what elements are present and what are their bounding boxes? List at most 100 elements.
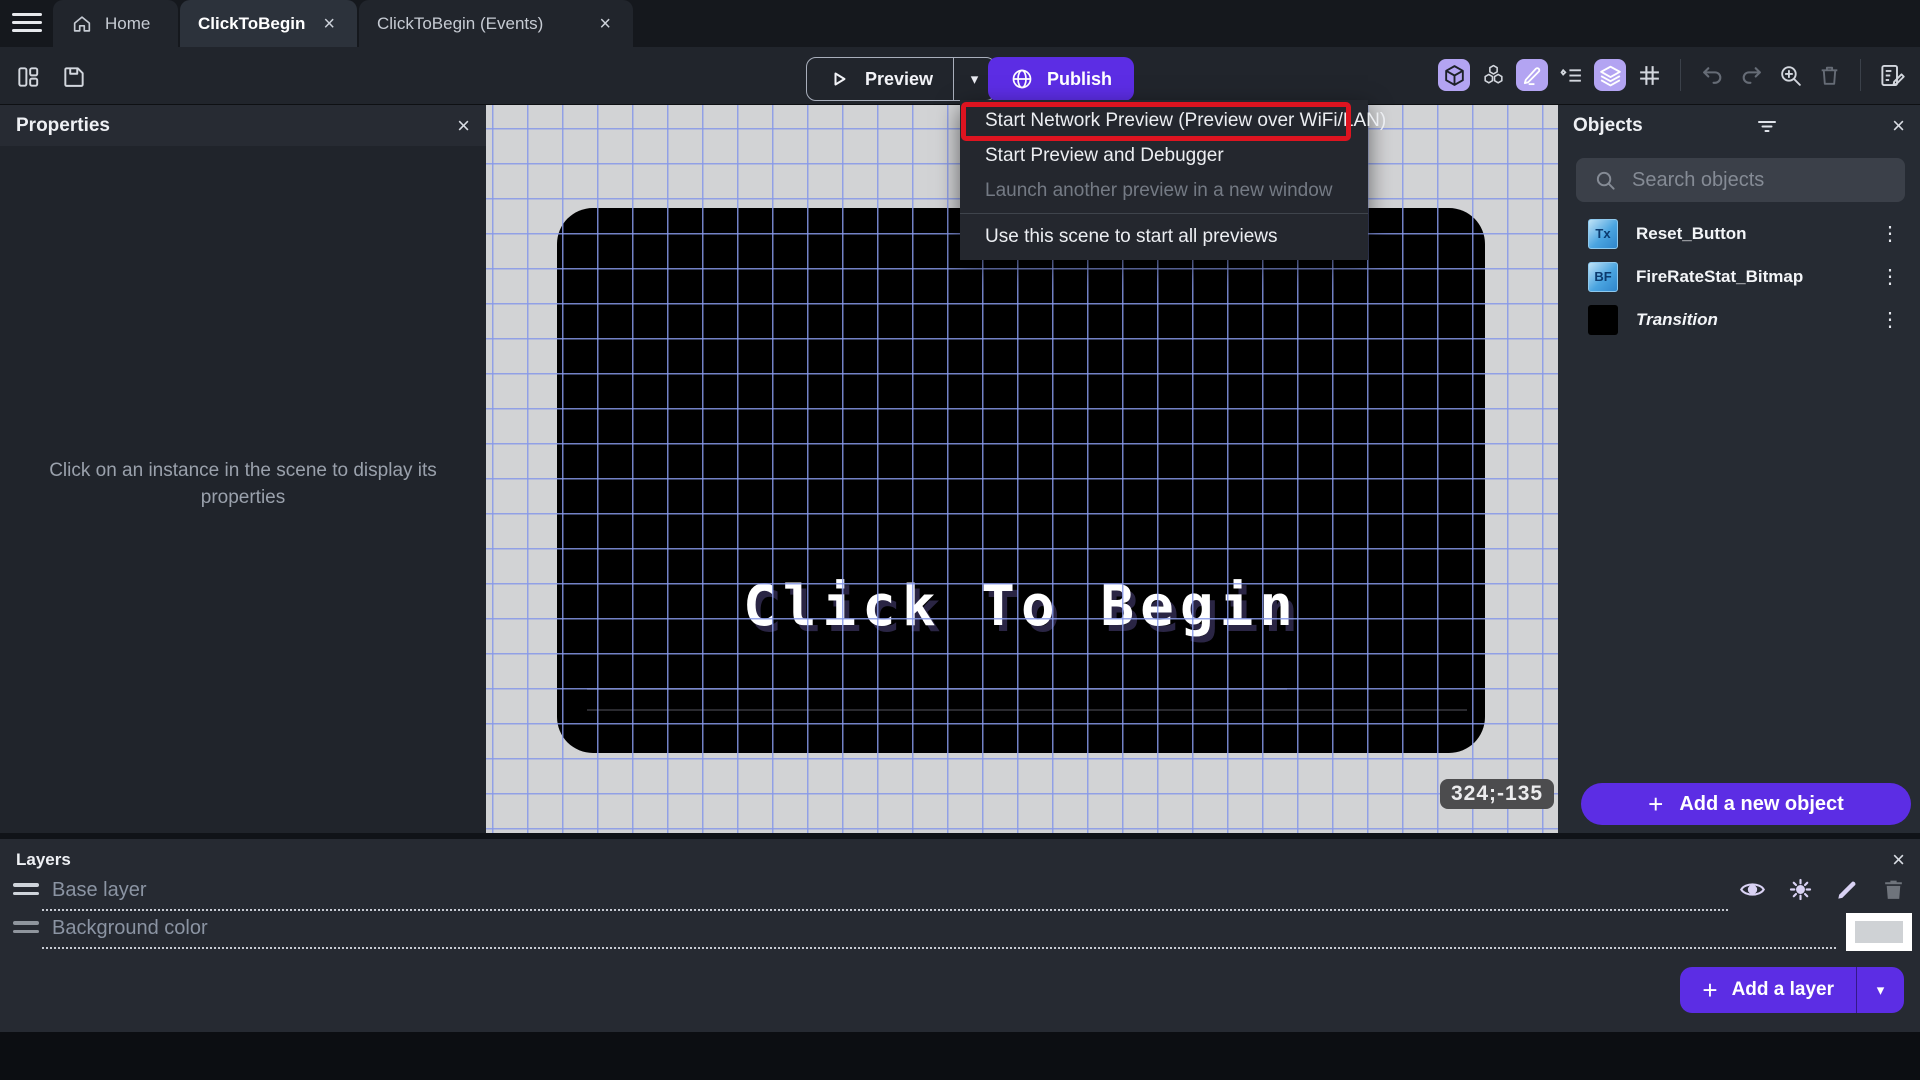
objects-list: Tx Reset_Button ⋮ BF FireRateStat_Bitmap… bbox=[1558, 212, 1920, 341]
panels-icon bbox=[18, 67, 39, 87]
layer-name-underline bbox=[42, 947, 1836, 949]
tab-scene-close-icon[interactable]: × bbox=[319, 12, 339, 36]
layer-row-background-color[interactable]: Background color bbox=[0, 911, 1920, 951]
background-color-swatch[interactable] bbox=[1846, 913, 1912, 951]
menu-item-start-preview-debugger[interactable]: Start Preview and Debugger bbox=[960, 138, 1368, 173]
delete-icon[interactable] bbox=[1813, 59, 1845, 91]
instance-outline bbox=[587, 709, 1467, 711]
open-events-editor-icon[interactable] bbox=[1876, 59, 1908, 91]
menu-separator bbox=[960, 213, 1368, 214]
search-icon bbox=[1596, 171, 1615, 190]
grid-settings-icon[interactable] bbox=[1633, 59, 1665, 91]
game-screen-frame: Click To Begin bbox=[557, 208, 1485, 753]
cursor-coordinates-badge: 324;-135 bbox=[1440, 779, 1555, 809]
preview-dropdown-menu: Start Network Preview (Preview over WiFi… bbox=[960, 100, 1386, 260]
object-row-fireratestat-bitmap[interactable]: BF FireRateStat_Bitmap ⋮ bbox=[1558, 255, 1920, 298]
save-icon bbox=[64, 67, 84, 87]
layers-panel-title: Layers bbox=[16, 850, 71, 869]
tab-scene-label: ClickToBegin bbox=[198, 13, 306, 33]
tab-bar: Home ClickToBegin × ClickToBegin (Events… bbox=[0, 0, 1920, 47]
add-new-object-label: Add a new object bbox=[1679, 792, 1844, 815]
add-layer-button[interactable]: + Add a layer ▾ bbox=[1680, 967, 1904, 1013]
undo-icon[interactable] bbox=[1696, 59, 1728, 91]
edit-mode-icon[interactable] bbox=[1516, 59, 1548, 91]
preview-button-label: Preview bbox=[865, 68, 934, 89]
events-sheet-icon bbox=[1880, 64, 1905, 86]
toolbar-divider bbox=[1680, 59, 1681, 91]
properties-panel: Properties × Click on an instance in the… bbox=[0, 105, 486, 833]
bitmap-font-object-icon: BF bbox=[1588, 261, 1618, 292]
publish-button-label: Publish bbox=[1047, 68, 1113, 89]
add-new-object-button[interactable]: + Add a new object bbox=[1581, 783, 1911, 825]
chevron-down-icon: ▾ bbox=[1876, 982, 1885, 999]
chevron-down-icon: ▾ bbox=[970, 71, 979, 88]
add-layer-dropdown-button[interactable]: ▾ bbox=[1856, 967, 1904, 1013]
preview-button[interactable]: Preview ▾ bbox=[806, 57, 997, 101]
zoom-in-icon bbox=[1780, 65, 1801, 86]
instances-list-icon[interactable] bbox=[1555, 59, 1587, 91]
layer-row-base-layer[interactable]: Base layer bbox=[0, 873, 1920, 911]
home-icon bbox=[73, 15, 91, 32]
play-icon bbox=[834, 72, 846, 86]
visibility-eye-icon[interactable] bbox=[1739, 876, 1766, 903]
main-menu-icon[interactable] bbox=[12, 13, 42, 34]
tab-home[interactable]: Home bbox=[53, 0, 178, 47]
object-row-reset-button[interactable]: Tx Reset_Button ⋮ bbox=[1558, 212, 1920, 255]
tab-events-label: ClickToBegin (Events) bbox=[377, 13, 544, 33]
object-menu-icon[interactable]: ⋮ bbox=[1874, 264, 1906, 289]
publish-button[interactable]: Publish bbox=[988, 57, 1135, 101]
plus-icon: + bbox=[1702, 975, 1718, 1005]
layer-name[interactable]: Base layer bbox=[52, 879, 147, 902]
pencil-icon bbox=[1523, 66, 1540, 85]
toggle-layers-panel-icon[interactable] bbox=[1594, 59, 1626, 91]
tab-scene[interactable]: ClickToBegin × bbox=[180, 0, 357, 47]
tab-home-label: Home bbox=[105, 13, 151, 33]
object-row-transition[interactable]: Transition ⋮ bbox=[1558, 298, 1920, 341]
layers-close-icon[interactable]: × bbox=[1892, 849, 1905, 871]
drag-handle-icon[interactable] bbox=[13, 883, 39, 900]
search-objects-input[interactable] bbox=[1576, 158, 1905, 202]
menu-item-launch-another-preview: Launch another preview in a new window bbox=[985, 179, 1333, 201]
objects-close-icon[interactable]: × bbox=[1892, 114, 1905, 137]
cubes-group-icon bbox=[1483, 64, 1503, 84]
zoom-icon[interactable] bbox=[1774, 59, 1806, 91]
toolbar-divider bbox=[1860, 59, 1861, 91]
gdevelop-app: Home ClickToBegin × ClickToBegin (Events… bbox=[0, 0, 1920, 1080]
object-name: FireRateStat_Bitmap bbox=[1636, 266, 1804, 286]
drag-handle-icon[interactable] bbox=[13, 921, 39, 938]
plus-icon: + bbox=[1648, 789, 1664, 819]
menu-item-use-scene-start-previews[interactable]: Use this scene to start all previews bbox=[960, 219, 1368, 254]
object-menu-icon[interactable]: ⋮ bbox=[1874, 307, 1906, 332]
redo-icon[interactable] bbox=[1735, 59, 1767, 91]
toggle-objects-panel-icon[interactable] bbox=[1438, 59, 1470, 91]
instances-icon[interactable] bbox=[1477, 59, 1509, 91]
properties-close-icon[interactable]: × bbox=[457, 114, 470, 137]
object-menu-icon[interactable]: ⋮ bbox=[1874, 221, 1906, 246]
filter-icon[interactable] bbox=[1755, 114, 1779, 138]
menu-item-start-network-preview[interactable]: Start Network Preview (Preview over WiFi… bbox=[960, 103, 1386, 138]
globe-icon bbox=[1012, 69, 1032, 89]
objects-panel: Objects × Tx Reset_Button ⋮ BF bbox=[1558, 105, 1920, 833]
game-title-text: Click To Begin bbox=[742, 574, 1299, 639]
list-icon bbox=[1559, 68, 1581, 82]
edit-layer-pencil-icon[interactable] bbox=[1835, 877, 1860, 902]
tab-events[interactable]: ClickToBegin (Events) × bbox=[359, 0, 633, 47]
properties-panel-title: Properties bbox=[16, 114, 110, 136]
delete-layer-trash-icon[interactable] bbox=[1881, 877, 1906, 902]
properties-panel-header: Properties × bbox=[0, 105, 486, 146]
object-name: Transition bbox=[1636, 309, 1718, 329]
layers-icon bbox=[1599, 65, 1621, 86]
trash-icon bbox=[1821, 66, 1837, 85]
toggle-panels-icon[interactable] bbox=[12, 61, 44, 93]
layer-name[interactable]: Background color bbox=[52, 917, 208, 940]
undo-arrow-icon bbox=[1702, 66, 1721, 84]
objects-panel-title: Objects bbox=[1573, 114, 1643, 136]
redo-arrow-icon bbox=[1742, 66, 1761, 84]
tab-events-close-icon[interactable]: × bbox=[595, 12, 615, 36]
save-project-icon[interactable] bbox=[58, 61, 90, 93]
layer-effects-icon[interactable] bbox=[1787, 876, 1814, 903]
cube-icon bbox=[1444, 64, 1464, 86]
add-layer-label: Add a layer bbox=[1731, 979, 1834, 1000]
instance-outline bbox=[587, 688, 1287, 690]
layers-panel: Layers × Base layer Background color + A… bbox=[0, 839, 1920, 1032]
